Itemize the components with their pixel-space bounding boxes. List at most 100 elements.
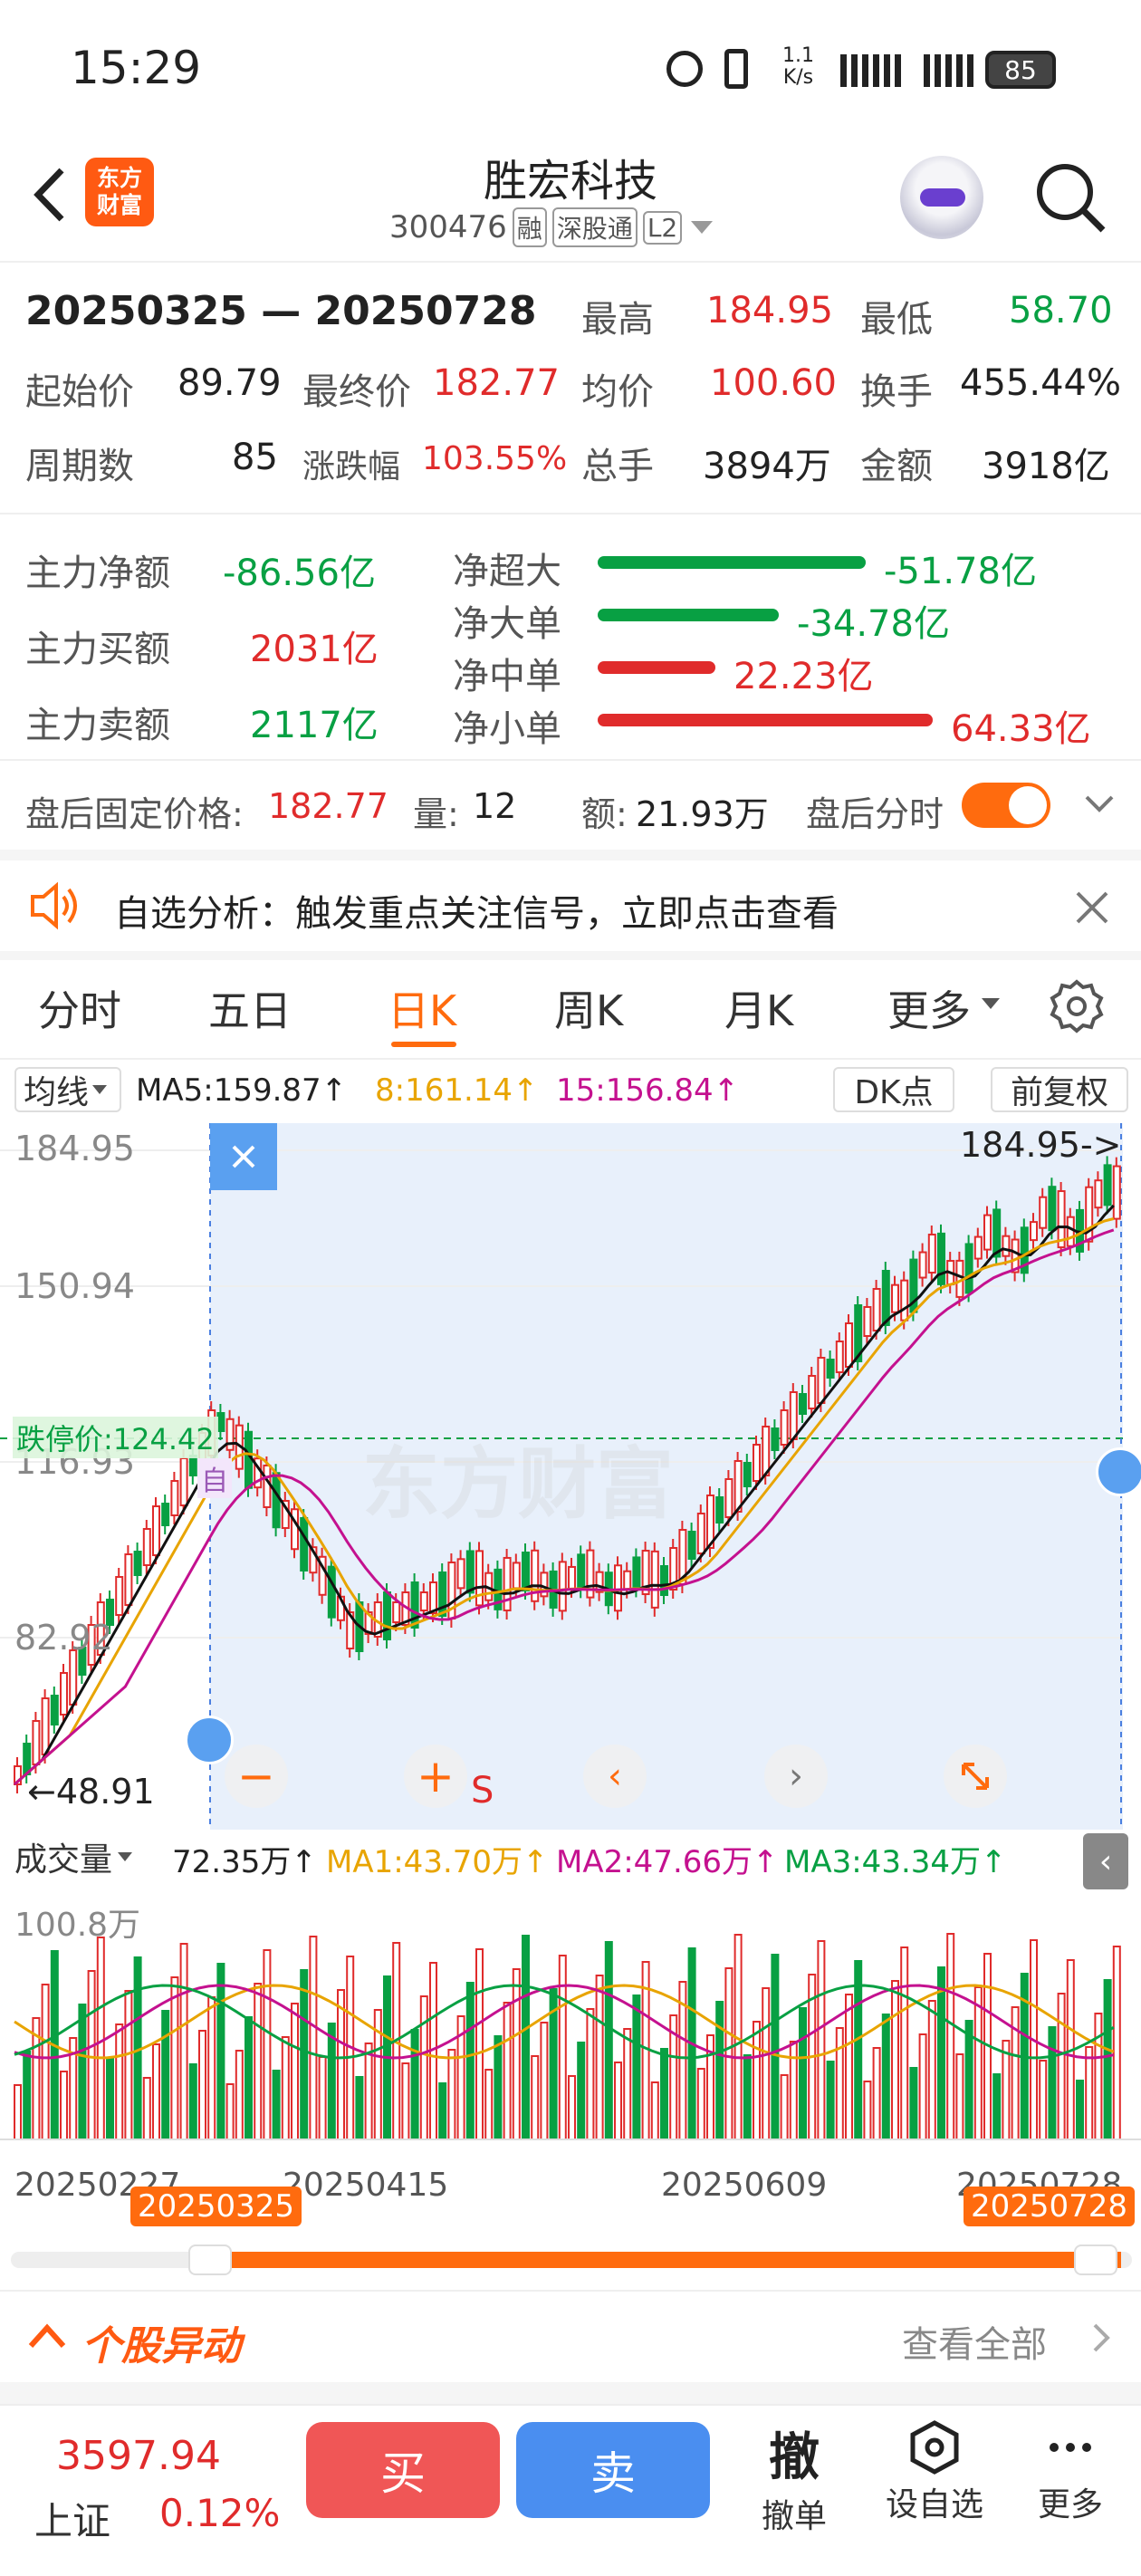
candle	[715, 1496, 724, 1523]
status-bar: 15:29 1.1 K/s 85	[0, 0, 1141, 145]
volume-bar	[1103, 1979, 1112, 2140]
volume-bar	[540, 2022, 549, 2140]
zoom-in-icon[interactable]: +	[404, 1745, 467, 1808]
dk-point-select[interactable]: DK点	[833, 1067, 954, 1112]
self-select-marker: 自	[197, 1458, 232, 1498]
search-icon[interactable]	[1032, 159, 1108, 235]
volume-bar	[568, 2075, 576, 2140]
after-price-label: 盘后固定价格:	[25, 794, 244, 834]
after-toggle-label: 盘后分时	[806, 794, 944, 834]
volume-bar	[465, 1982, 475, 2140]
see-all-link[interactable]: 查看全部	[902, 2315, 1047, 2368]
tab-intraday[interactable]: 分时	[38, 978, 121, 1038]
scroll-left-icon[interactable]: ‹	[583, 1745, 647, 1808]
candle	[272, 1472, 281, 1529]
collapse-panel-button[interactable]: ‹	[1083, 1833, 1128, 1889]
candle	[115, 1576, 124, 1616]
candle	[429, 1581, 437, 1614]
flow-bar-label: 净超大	[453, 551, 561, 592]
index-value[interactable]: 3597.94	[56, 2433, 221, 2479]
range-slider-fill[interactable]	[192, 2252, 1121, 2268]
robot-assistant-icon[interactable]	[900, 156, 983, 239]
ma-type-select[interactable]: 均线	[14, 1067, 121, 1112]
candle	[133, 1551, 142, 1576]
volume-bar	[743, 2054, 752, 2140]
after-hours-toggle[interactable]	[962, 783, 1050, 828]
net-speed: 1.1 K/s	[782, 45, 814, 89]
zoom-out-icon[interactable]: −	[225, 1745, 288, 1808]
tab-daily-k[interactable]: 日K	[388, 978, 456, 1038]
net-value: -86.56亿	[223, 553, 376, 594]
high-label: 最高	[581, 299, 654, 341]
after-vol-value: 12	[473, 786, 517, 826]
cancel-order-button[interactable]: 撤 撤单	[753, 2417, 835, 2537]
settings-gear-icon[interactable]	[1049, 978, 1105, 1038]
candle	[927, 1234, 936, 1274]
volume-bar	[753, 2021, 761, 2140]
candle	[845, 1322, 853, 1368]
candle	[724, 1478, 734, 1518]
volume-bar	[604, 1941, 613, 2140]
candle	[983, 1214, 992, 1251]
candle	[522, 1552, 530, 1592]
stock-movement-header[interactable]: 个股异动 查看全部	[0, 2292, 1141, 2382]
date-range: 20250325 — 20250728	[25, 288, 537, 334]
volume-bar	[244, 2016, 253, 2140]
tag-margin: 融	[512, 207, 547, 247]
candle	[1030, 1221, 1038, 1242]
vol-ma1: MA1:43.70万↑	[326, 1844, 549, 1880]
volume-bar	[318, 2056, 327, 2140]
candle	[50, 1695, 59, 1725]
right-drag-handle[interactable]	[1096, 1447, 1141, 1496]
caret-down-icon[interactable]	[691, 221, 714, 234]
candle	[863, 1306, 872, 1337]
volume-bar	[281, 2036, 290, 2140]
volume-bar	[327, 2023, 336, 2140]
caret-down-icon[interactable]	[982, 998, 1000, 1009]
candle	[170, 1480, 179, 1516]
signal-icon	[840, 54, 904, 87]
s-marker: S	[471, 1770, 494, 1812]
kline-chart[interactable]: 184.95 150.94 116.93 82.92 跌停价:124.42 18…	[0, 1123, 1141, 1830]
notice-bar[interactable]: 自选分析：触发重点关注信号，立即点击查看	[0, 860, 1141, 951]
chevron-down-icon[interactable]	[1083, 790, 1116, 821]
volume-bar	[41, 1984, 50, 2140]
more-button[interactable]: 更多	[1027, 2417, 1114, 2525]
close-icon[interactable]	[1074, 889, 1110, 929]
hand-label: 总手	[581, 446, 654, 487]
tab-monthly-k[interactable]: 月K	[724, 978, 793, 1038]
sell-button[interactable]: 卖	[516, 2422, 710, 2518]
ma8-value: 8:161.14↑	[375, 1072, 539, 1109]
volume-bar	[992, 2073, 1002, 2140]
amount-label: 金额	[860, 446, 933, 487]
volume-bar	[900, 1946, 909, 2140]
buy-value: 2031亿	[250, 629, 379, 670]
divider	[0, 261, 1141, 263]
candle	[891, 1283, 899, 1313]
candle	[900, 1279, 909, 1322]
volume-bar	[854, 1960, 863, 2140]
volume-bar	[522, 1935, 530, 2140]
fullscreen-icon[interactable]	[944, 1745, 1007, 1808]
range-slider-left-handle[interactable]	[188, 2244, 232, 2275]
sell-value: 2117亿	[250, 705, 379, 746]
cancel-order-label: 撤单	[761, 2498, 827, 2535]
adjust-label: 前复权	[1010, 1074, 1108, 1111]
speaker-icon	[27, 880, 82, 935]
tab-five-day[interactable]: 五日	[208, 978, 292, 1038]
range-slider-right-handle[interactable]	[1074, 2244, 1117, 2275]
chevron-right-icon[interactable]	[1092, 2322, 1110, 2357]
adjust-select[interactable]: 前复权	[991, 1067, 1128, 1112]
left-drag-handle[interactable]	[185, 1716, 234, 1764]
buy-button[interactable]: 买	[306, 2422, 500, 2518]
candle	[225, 1418, 235, 1451]
tab-more[interactable]: 更多	[887, 978, 971, 1038]
scroll-right-icon[interactable]: ›	[764, 1745, 828, 1808]
watermark: 东方财富	[362, 1439, 674, 1530]
volume-bar	[632, 1994, 641, 2140]
selection-close-button[interactable]	[210, 1123, 277, 1190]
candle	[826, 1359, 835, 1379]
tab-weekly-k[interactable]: 周K	[554, 978, 623, 1038]
volume-type-select[interactable]: 成交量	[14, 1833, 133, 1880]
add-watchlist-button[interactable]: 设自选	[880, 2417, 989, 2525]
